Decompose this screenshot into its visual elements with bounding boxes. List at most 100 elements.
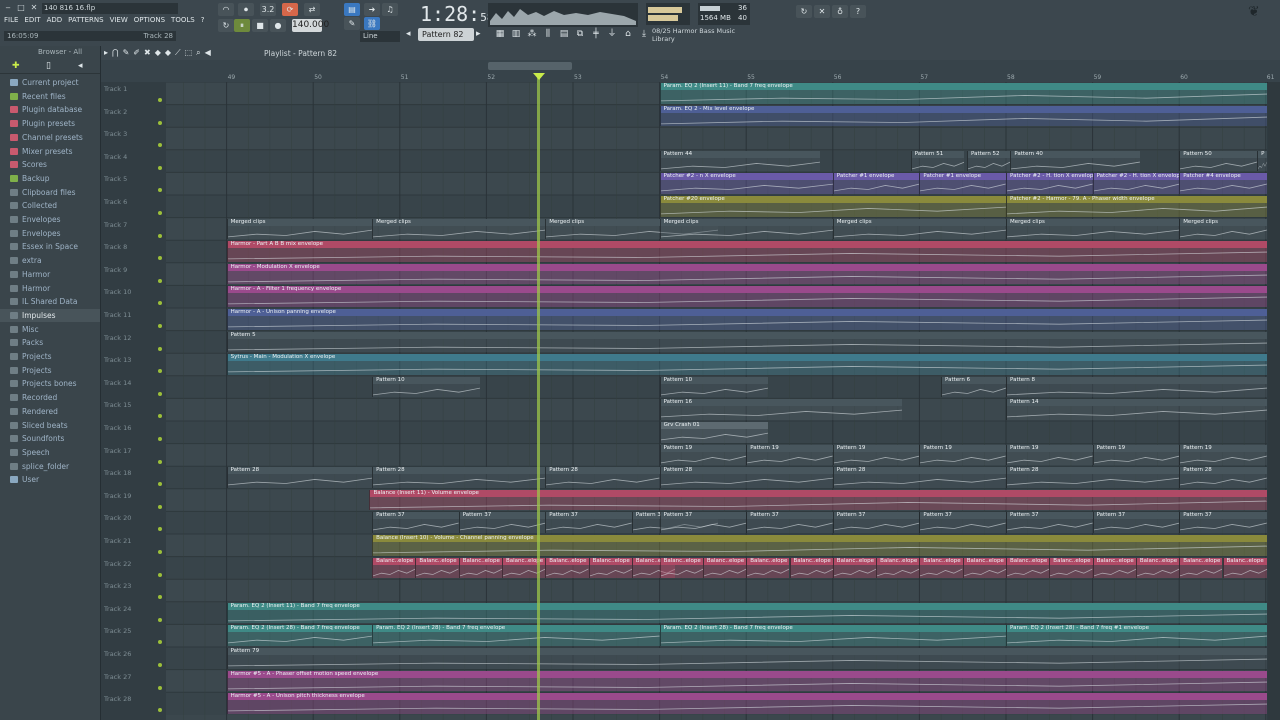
add-icon[interactable]: ✚	[12, 61, 20, 71]
maximize-button[interactable]: □	[16, 3, 26, 13]
browser-item[interactable]: Projects bones	[0, 377, 100, 390]
playlist-clip[interactable]: Pattern 37	[545, 512, 632, 533]
track-label[interactable]: Track 11	[104, 311, 131, 319]
menu-item-edit[interactable]: EDIT	[24, 16, 40, 26]
playlist-clip[interactable]: Balanc..elope	[659, 557, 703, 579]
playlist-clip[interactable]: Balanc..elope	[372, 557, 416, 579]
playlist-clip[interactable]: Pattern 14	[1006, 399, 1267, 420]
playlist-clip[interactable]: Pattern 19	[1179, 444, 1267, 466]
track-label[interactable]: Track 24	[104, 605, 131, 613]
channel-rack-icon[interactable]: ⁂	[526, 28, 538, 41]
playlist-clip[interactable]: Pattern 28	[832, 467, 1006, 488]
song-mode-icon[interactable]: ⇄	[304, 3, 320, 16]
news-panel[interactable]: 08/25 Harmor Bass Music Library	[652, 27, 748, 43]
wrench-icon[interactable]: ✕	[814, 5, 830, 18]
track-active-dot[interactable]	[158, 211, 162, 215]
track-label[interactable]: Track 16	[104, 424, 131, 432]
track-label[interactable]: Track 22	[104, 560, 131, 568]
playlist-clip[interactable]: Pattern 19	[919, 444, 1006, 466]
track-label[interactable]: Track 18	[104, 469, 131, 477]
paint-icon[interactable]: ✐	[133, 48, 140, 58]
track-label[interactable]: Track 26	[104, 650, 131, 658]
playlist-clip[interactable]: Param. EQ 2 (Insert 28) - Band 7 freq en…	[372, 625, 660, 646]
track-active-dot[interactable]	[158, 617, 162, 622]
delete-icon[interactable]: ✖	[144, 48, 151, 58]
playlist-clip[interactable]: Pattern 37	[458, 512, 546, 533]
track-label[interactable]: Track 4	[104, 153, 127, 161]
playlist-clip[interactable]: Param. EQ 2 (Insert 28) - Band 7 freq #1…	[1006, 625, 1267, 646]
plug-icon[interactable]: ⏚	[606, 28, 618, 41]
playlist-clip[interactable]: Pattern 28	[1006, 467, 1180, 488]
playlist-clip[interactable]: Patcher #2 - H. tion X envelope	[1006, 173, 1093, 194]
track-active-dot[interactable]	[158, 550, 162, 554]
track-active-dot[interactable]	[158, 685, 162, 690]
track-active-dot[interactable]	[158, 165, 162, 170]
track-active-dot[interactable]	[158, 572, 162, 577]
track-label[interactable]: Track 3	[104, 130, 127, 138]
playlist-clip[interactable]: Balanc..elope	[1092, 557, 1136, 579]
microphone-icon[interactable]: ♁	[832, 5, 848, 18]
menu-item-help[interactable]: ?	[201, 16, 205, 26]
pattern-next-icon[interactable]: ▸	[476, 29, 481, 39]
track-label[interactable]: Track 23	[104, 582, 131, 590]
draw-icon[interactable]: ✎	[123, 48, 130, 58]
browser-item[interactable]: splice_folder	[0, 460, 100, 473]
vertical-scrollbar[interactable]	[1268, 82, 1280, 720]
browser-item[interactable]: Recorded	[0, 391, 100, 404]
browser-item[interactable]: Backup	[0, 172, 100, 185]
playlist-clip[interactable]: P	[1257, 150, 1267, 172]
cpu-icon[interactable]: ↻	[796, 5, 812, 18]
browser-icon[interactable]: ⌂	[622, 28, 634, 41]
play-arrow-icon[interactable]: ▸	[104, 48, 108, 58]
loop-icon[interactable]: ↻	[218, 19, 234, 32]
playlist-clip[interactable]: Pattern 37	[372, 512, 459, 533]
track-label[interactable]: Track 5	[104, 175, 127, 183]
count-in-icon[interactable]: 3.2	[260, 3, 276, 16]
playlist-clip[interactable]: Patcher #2 - Harmor - 79. A - Phaser wid…	[1006, 196, 1267, 217]
menu-item-view[interactable]: VIEW	[110, 16, 128, 26]
playlist-clip[interactable]: Harmor - A - Filter 1 frequency envelope	[226, 286, 1267, 307]
playlist-clip[interactable]: Pattern 6	[941, 376, 1006, 398]
track-label[interactable]: Track 7	[104, 221, 127, 229]
browser-item[interactable]: Envelopes	[0, 213, 100, 226]
pattern-selector[interactable]: Pattern 82	[418, 28, 474, 41]
arrow-icon[interactable]: ➜	[364, 3, 380, 16]
browser-item[interactable]: Packs	[0, 336, 100, 349]
track-active-dot[interactable]	[158, 278, 162, 283]
track-active-dot[interactable]	[158, 437, 162, 441]
track-active-dot[interactable]	[158, 98, 162, 102]
track-label[interactable]: Track 8	[104, 243, 127, 251]
track-label[interactable]: Track 20	[104, 514, 131, 522]
track-label[interactable]: Track 13	[104, 356, 131, 364]
playlist-clip[interactable]: Balanc..elope	[919, 557, 963, 579]
playlist-icon[interactable]: ▦	[494, 28, 506, 41]
track-active-dot[interactable]	[158, 391, 162, 396]
playlist-clip[interactable]: Patcher #20 envelope	[659, 196, 1006, 217]
playlist-clip[interactable]: Balanc..elope	[588, 557, 632, 579]
playlist-clip[interactable]: Patcher #1 envelope	[832, 173, 920, 194]
minimize-button[interactable]: ‒	[3, 3, 13, 13]
playlist-clip[interactable]: Pattern 52	[967, 150, 1011, 172]
loop-record-icon[interactable]: ⟳	[282, 3, 298, 16]
help-icon[interactable]: ?	[850, 5, 866, 18]
horizontal-scrollbar[interactable]	[488, 62, 572, 70]
track-label[interactable]: Track 9	[104, 266, 127, 274]
playlist-clip[interactable]: Balanc..elope	[458, 557, 502, 579]
playlist-clip[interactable]: Pattern 44	[659, 150, 820, 172]
playlist-clip[interactable]: Merged clips	[832, 218, 1006, 240]
playlist-clip[interactable]: Pattern 37	[1006, 512, 1093, 533]
playlist-clip[interactable]: Param. EQ 2 (Insert 11) - Band 7 freq en…	[226, 602, 1267, 624]
playlist-clip[interactable]: Pattern 19	[1006, 444, 1093, 466]
playlist-clip[interactable]: Pattern 40	[1010, 150, 1141, 172]
playlist-clip[interactable]: Pattern 10	[372, 376, 481, 398]
record-icon[interactable]: ⏺	[238, 3, 254, 16]
track-label[interactable]: Track 19	[104, 492, 131, 500]
track-label[interactable]: Track 12	[104, 334, 131, 342]
playlist-clip[interactable]: Param. EQ 2 (Insert 11) - Band 7 freq en…	[659, 83, 1267, 104]
track-active-dot[interactable]	[158, 459, 162, 464]
playlist-clip[interactable]: Pattern 37	[746, 512, 833, 533]
playlist-clip[interactable]: Pattern 19	[746, 444, 833, 466]
browser-item[interactable]: Mixer presets	[0, 145, 100, 158]
playlist-clip[interactable]: Pattern 37	[1092, 512, 1180, 533]
playlist-clip[interactable]: Patcher #1 envelope	[919, 173, 1006, 194]
